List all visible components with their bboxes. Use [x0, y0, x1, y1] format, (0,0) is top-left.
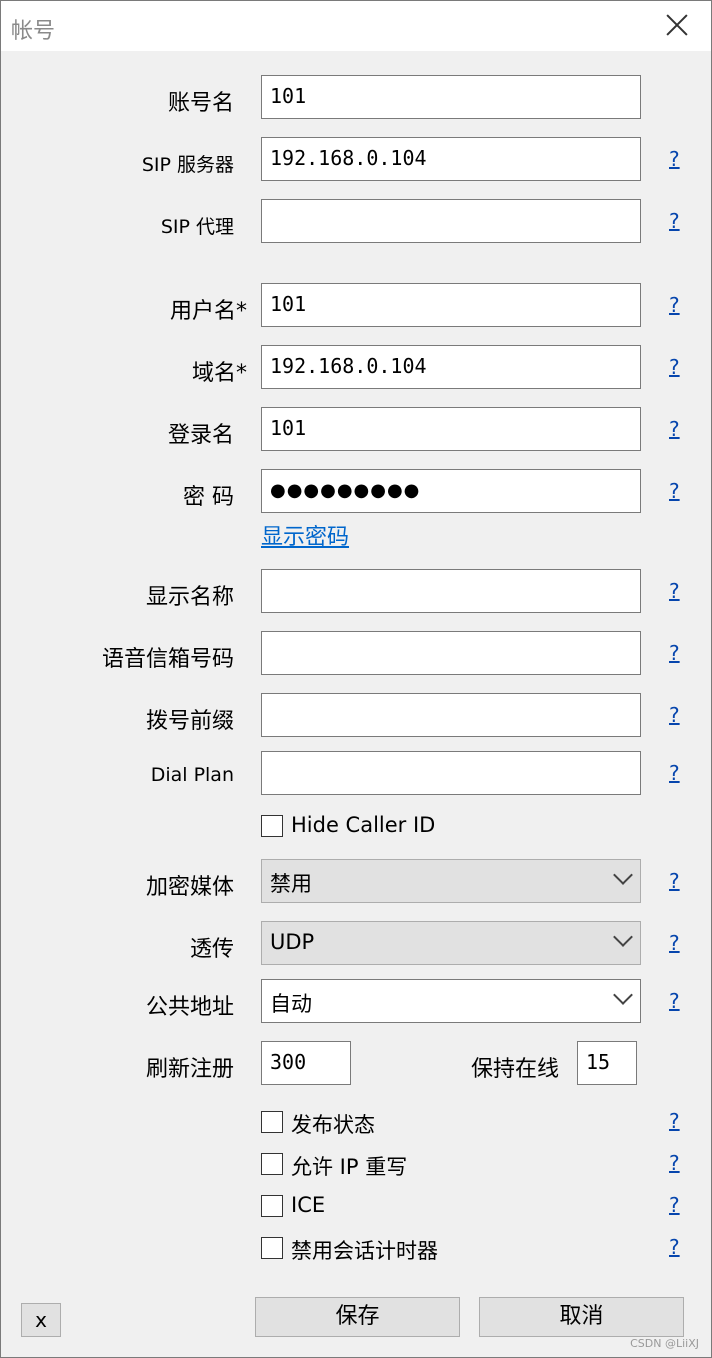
password-input[interactable]: ●●●●●●●●●	[261, 469, 641, 513]
row-voicemail: 语音信箱号码 ?	[1, 631, 711, 677]
help-link[interactable]: ?	[669, 293, 680, 317]
dial-prefix-label: 拨号前缀	[145, 709, 234, 734]
row-encrypt-media: 加密媒体 禁用 ?	[1, 859, 711, 905]
help-link[interactable]: ?	[669, 1193, 680, 1217]
checkbox-box[interactable]	[261, 1237, 283, 1259]
help-link[interactable]: ?	[669, 209, 680, 233]
row-refresh-keepalive: 刷新注册 300 保持在线 15	[1, 1041, 711, 1087]
disable-session-timer-checkbox[interactable]: 禁用会话计时器 ?	[261, 1235, 680, 1267]
cancel-button[interactable]: 取消	[479, 1297, 684, 1337]
voicemail-label: 语音信箱号码	[101, 647, 234, 672]
account-dialog: 帐号 账号名 101 SIP 服务器 192.168.0.104 ? SIP 代…	[0, 0, 712, 1358]
row-password: 密 码 ●●●●●●●●● ?	[1, 469, 711, 515]
row-dial-plan: Dial Plan ?	[1, 751, 711, 797]
help-link[interactable]: ?	[669, 931, 680, 955]
refresh-register-input[interactable]: 300	[261, 1041, 351, 1085]
help-link[interactable]: ?	[669, 1151, 680, 1175]
watermark: CSDN @LiiXJ	[630, 1337, 699, 1350]
sip-server-label: SIP 服务器	[141, 154, 234, 176]
row-display-name: 显示名称 ?	[1, 569, 711, 615]
domain-label: 域名*	[191, 361, 247, 386]
help-link[interactable]: ?	[669, 417, 680, 441]
refresh-register-label: 刷新注册	[145, 1057, 234, 1082]
display-name-input[interactable]	[261, 569, 641, 613]
display-name-label: 显示名称	[145, 585, 234, 610]
hide-caller-id-checkbox[interactable]: Hide Caller ID	[261, 813, 661, 845]
allow-ip-rewrite-checkbox[interactable]: 允许 IP 重写 ?	[261, 1151, 680, 1183]
row-username: 用户名* 101 ?	[1, 283, 711, 329]
row-login-name: 登录名 101 ?	[1, 407, 711, 453]
encrypt-media-label: 加密媒体	[145, 875, 234, 900]
row-domain: 域名* 192.168.0.104 ?	[1, 345, 711, 391]
help-link[interactable]: ?	[669, 641, 680, 665]
row-public-address: 公共地址 自动 ?	[1, 979, 711, 1025]
public-address-label: 公共地址	[145, 995, 234, 1020]
ice-checkbox[interactable]: ICE ?	[261, 1193, 680, 1225]
sip-server-input[interactable]: 192.168.0.104	[261, 137, 641, 181]
transport-value: UDP	[270, 930, 315, 954]
transport-select[interactable]: UDP	[261, 921, 641, 965]
account-name-label: 账号名	[167, 91, 234, 116]
transport-label: 透传	[189, 937, 234, 962]
publish-presence-checkbox[interactable]: 发布状态 ?	[261, 1109, 680, 1141]
help-link[interactable]: ?	[669, 579, 680, 603]
checkbox-box[interactable]	[261, 1195, 283, 1217]
title-bar: 帐号	[1, 1, 711, 51]
chevron-down-icon	[613, 985, 633, 1005]
dial-plan-input[interactable]	[261, 751, 641, 795]
password-label: 密 码	[183, 485, 234, 510]
help-link[interactable]: ?	[669, 989, 680, 1013]
help-link[interactable]: ?	[669, 1235, 680, 1259]
x-button[interactable]: x	[21, 1303, 61, 1337]
keep-alive-input[interactable]: 15	[577, 1041, 637, 1085]
dial-plan-label: Dial Plan	[150, 764, 234, 786]
chevron-down-icon	[613, 865, 633, 885]
row-sip-server: SIP 服务器 192.168.0.104 ?	[1, 137, 711, 183]
allow-ip-rewrite-label: 允许 IP 重写	[291, 1155, 408, 1179]
username-label: 用户名*	[169, 299, 247, 324]
voicemail-input[interactable]	[261, 631, 641, 675]
public-address-select[interactable]: 自动	[261, 979, 641, 1023]
window-title: 帐号	[11, 19, 56, 44]
disable-session-timer-label: 禁用会话计时器	[291, 1239, 438, 1263]
help-link[interactable]: ?	[669, 147, 680, 171]
help-link[interactable]: ?	[669, 1109, 680, 1133]
row-transport: 透传 UDP ?	[1, 921, 711, 967]
checkbox-box[interactable]	[261, 1153, 283, 1175]
encrypt-media-select[interactable]: 禁用	[261, 859, 641, 903]
dial-prefix-input[interactable]	[261, 693, 641, 737]
row-account-name: 账号名 101	[1, 75, 711, 121]
login-name-input[interactable]: 101	[261, 407, 641, 451]
show-password-link[interactable]: 显示密码	[261, 519, 349, 551]
sip-proxy-input[interactable]	[261, 199, 641, 243]
encrypt-media-value: 禁用	[270, 872, 312, 896]
row-sip-proxy: SIP 代理 ?	[1, 199, 711, 245]
help-link[interactable]: ?	[669, 761, 680, 785]
ice-label: ICE	[291, 1193, 326, 1217]
row-dial-prefix: 拨号前缀 ?	[1, 693, 711, 739]
help-link[interactable]: ?	[669, 355, 680, 379]
checkbox-box[interactable]	[261, 815, 283, 837]
chevron-down-icon	[613, 927, 633, 947]
login-name-label: 登录名	[167, 423, 234, 448]
help-link[interactable]: ?	[669, 479, 680, 503]
hide-caller-id-label: Hide Caller ID	[291, 813, 436, 837]
domain-input[interactable]: 192.168.0.104	[261, 345, 641, 389]
keep-alive-label: 保持在线	[470, 1057, 559, 1082]
account-name-input[interactable]: 101	[261, 75, 641, 119]
publish-presence-label: 发布状态	[291, 1113, 375, 1137]
public-address-value: 自动	[270, 992, 312, 1016]
username-input[interactable]: 101	[261, 283, 641, 327]
sip-proxy-label: SIP 代理	[160, 216, 234, 238]
help-link[interactable]: ?	[669, 703, 680, 727]
save-button[interactable]: 保存	[255, 1297, 460, 1337]
checkbox-box[interactable]	[261, 1111, 283, 1133]
help-link[interactable]: ?	[669, 869, 680, 893]
close-icon[interactable]	[665, 13, 689, 37]
